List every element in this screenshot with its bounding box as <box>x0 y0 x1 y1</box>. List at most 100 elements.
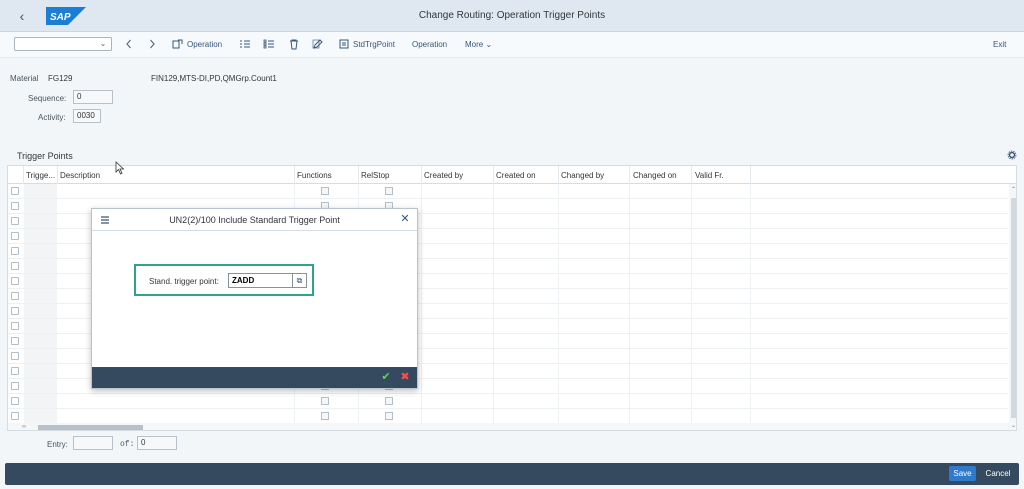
column-header-changed-on[interactable]: Changed on <box>633 171 677 180</box>
row-select-checkbox[interactable] <box>11 247 19 255</box>
activity-field[interactable]: 0030 <box>73 109 101 123</box>
value-help-icon[interactable]: ⧉ <box>293 273 307 288</box>
scroll-left-icon[interactable]: ‹› <box>22 423 26 430</box>
column-header-changed-by[interactable]: Changed by <box>561 171 604 180</box>
column-divider <box>294 166 295 184</box>
row-select-checkbox[interactable] <box>11 382 19 390</box>
std-trigger-point-input[interactable]: ZADD <box>228 273 293 288</box>
row-select-checkbox[interactable] <box>11 367 19 375</box>
table-row[interactable] <box>8 409 1008 424</box>
trigger-cell <box>24 394 57 408</box>
close-icon[interactable]: ✕ <box>399 213 411 225</box>
row-select-checkbox[interactable] <box>11 232 19 240</box>
relstop-checkbox[interactable] <box>385 412 393 420</box>
list-uncheck-icon[interactable] <box>263 38 275 50</box>
trigger-cell <box>24 289 57 303</box>
functions-checkbox[interactable] <box>321 412 329 420</box>
cancel-button[interactable]: Cancel <box>982 466 1014 481</box>
column-divider <box>629 166 630 184</box>
column-divider <box>57 166 58 184</box>
std-trigger-point-group: Stand. trigger point: ZADD ⧉ <box>134 264 314 296</box>
scroll-up-icon[interactable]: ⌃ <box>1011 186 1016 194</box>
operation-icon[interactable] <box>172 38 184 50</box>
trigger-cell <box>24 274 57 288</box>
trigger-cell <box>24 319 57 333</box>
column-divider <box>23 166 24 184</box>
column-header-valid-from[interactable]: Valid Fr. <box>695 171 724 180</box>
horizontal-scroll-thumb[interactable] <box>38 425 143 430</box>
include-trigger-point-dialog: UN2(2)/100 Include Standard Trigger Poin… <box>91 208 418 389</box>
footer-bar <box>5 463 1019 485</box>
row-select-checkbox[interactable] <box>11 202 19 210</box>
chevron-right-icon[interactable] <box>146 38 158 50</box>
save-button[interactable]: Save <box>949 466 976 481</box>
trigger-cell <box>24 244 57 258</box>
row-select-checkbox[interactable] <box>11 307 19 315</box>
sequence-field[interactable]: 0 <box>73 90 113 104</box>
functions-checkbox[interactable] <box>321 187 329 195</box>
trigger-cell <box>24 199 57 213</box>
column-header-trigger[interactable]: Trigge... <box>26 171 55 180</box>
trigger-cell <box>24 349 57 363</box>
chevron-down-icon: ⌄ <box>99 39 107 48</box>
operation-button[interactable]: Operation <box>187 39 222 51</box>
shell-bar: ‹ SAP Change Routing: Operation Trigger … <box>0 0 1024 32</box>
row-select-checkbox[interactable] <box>11 337 19 345</box>
entry-field[interactable] <box>73 436 113 450</box>
trigger-cell <box>24 259 57 273</box>
confirm-check-icon[interactable]: ✔ <box>380 371 392 383</box>
mouse-cursor-icon <box>115 161 125 175</box>
trigger-cell <box>24 304 57 318</box>
column-header-functions[interactable]: Functions <box>297 171 332 180</box>
functions-checkbox[interactable] <box>321 397 329 405</box>
scroll-down-icon[interactable]: ⌄ <box>1011 422 1016 430</box>
std-trigger-point-icon[interactable] <box>338 38 350 50</box>
horizontal-scrollbar[interactable]: ‹› <box>8 423 1009 430</box>
more-button[interactable]: More ⌄ <box>465 39 492 51</box>
trigger-cell <box>24 379 57 393</box>
material-value: FG129 <box>48 74 73 83</box>
exit-button[interactable]: Exit <box>993 39 1006 51</box>
relstop-checkbox[interactable] <box>385 187 393 195</box>
column-header-created-by[interactable]: Created by <box>424 171 463 180</box>
row-select-checkbox[interactable] <box>11 217 19 225</box>
list-check-icon[interactable] <box>239 38 251 50</box>
row-select-checkbox[interactable] <box>11 262 19 270</box>
vertical-scroll-thumb[interactable] <box>1011 198 1016 418</box>
operation-button-2[interactable]: Operation <box>412 39 447 51</box>
page-title: Change Routing: Operation Trigger Points <box>418 10 606 21</box>
settings-icon[interactable] <box>1007 150 1017 160</box>
trigger-cell <box>24 214 57 228</box>
row-select-checkbox[interactable] <box>11 292 19 300</box>
trigger-points-title: Trigger Points <box>17 151 73 161</box>
column-header-description[interactable]: Description <box>60 171 100 180</box>
column-header-relstop[interactable]: RelStop <box>361 171 389 180</box>
chevron-left-icon[interactable] <box>123 38 135 50</box>
std-trigger-point-button[interactable]: StdTrgPoint <box>353 39 395 51</box>
row-select-checkbox[interactable] <box>11 352 19 360</box>
delete-icon[interactable] <box>288 38 300 50</box>
column-divider <box>750 184 751 423</box>
row-select-checkbox[interactable] <box>11 412 19 420</box>
table-row[interactable] <box>8 394 1008 409</box>
row-select-checkbox[interactable] <box>11 277 19 285</box>
entry-label: Entry: <box>47 440 68 449</box>
column-header-created-on[interactable]: Created on <box>496 171 536 180</box>
table-row[interactable] <box>8 184 1008 199</box>
sequence-label: Sequence: <box>28 94 67 103</box>
cancel-x-icon[interactable]: ✖ <box>399 371 411 383</box>
activity-label: Activity: <box>38 113 66 122</box>
vertical-scrollbar[interactable]: ⌃ ⌄ <box>1009 184 1016 430</box>
menu-icon[interactable] <box>100 215 110 225</box>
row-select-checkbox[interactable] <box>11 187 19 195</box>
column-divider <box>629 184 630 423</box>
column-divider <box>421 184 422 423</box>
column-divider <box>691 166 692 184</box>
row-select-checkbox[interactable] <box>11 397 19 405</box>
command-field-select[interactable]: ⌄ <box>14 37 112 51</box>
of-label: of: <box>120 440 135 449</box>
material-description: FIN129,MTS-DI,PD,QMGrp.Count1 <box>151 74 277 83</box>
edit-icon[interactable] <box>312 38 324 50</box>
relstop-checkbox[interactable] <box>385 397 393 405</box>
row-select-checkbox[interactable] <box>11 322 19 330</box>
